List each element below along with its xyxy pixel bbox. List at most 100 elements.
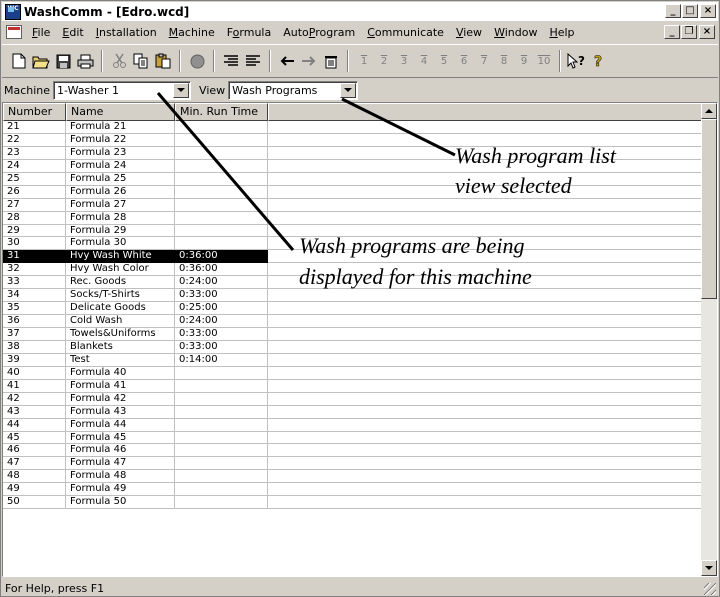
- table-row[interactable]: 28 Formula 28: [3, 211, 703, 225]
- menu-communicate[interactable]: Communicate: [361, 26, 450, 39]
- copy-button[interactable]: [130, 50, 152, 72]
- formula-slot-button-1[interactable]: 1: [354, 50, 374, 72]
- paste-button[interactable]: [152, 50, 174, 72]
- new-button[interactable]: [8, 50, 30, 72]
- table-row[interactable]: 44 Formula 44: [3, 418, 703, 432]
- table-row[interactable]: 42 Formula 42: [3, 392, 703, 406]
- print-button[interactable]: [74, 50, 96, 72]
- table-row[interactable]: 48 Formula 48: [3, 470, 703, 484]
- table-row[interactable]: 38 Blankets 0:33:00: [3, 340, 703, 354]
- wash-program-list[interactable]: Number Name Min. Run Time 21 Formula 21 22…: [2, 102, 718, 577]
- table-row[interactable]: 35 Delicate Goods 0:25:00: [3, 302, 703, 316]
- move-left-button[interactable]: [276, 50, 298, 72]
- view-select-value: Wash Programs: [232, 83, 318, 97]
- menu-installation[interactable]: Installation: [90, 26, 163, 39]
- formula-slot-button-7[interactable]: 7: [474, 50, 494, 72]
- column-header-min-run-time[interactable]: Min. Run Time: [175, 103, 268, 121]
- vertical-scrollbar[interactable]: [701, 103, 717, 576]
- menu-window[interactable]: Window: [488, 26, 543, 39]
- menu-bar: File Edit Installation Machine Formula AutoPr…: [2, 22, 718, 42]
- stop-button[interactable]: [186, 50, 208, 72]
- machine-select[interactable]: 1-Washer 1: [53, 80, 192, 100]
- table-row[interactable]: 21 Formula 21: [3, 121, 703, 134]
- formula-slot-button-6[interactable]: 6: [454, 50, 474, 72]
- table-row[interactable]: 47 Formula 47: [3, 457, 703, 471]
- status-bar: For Help, press F1: [2, 579, 718, 597]
- scroll-thumb[interactable]: [701, 119, 717, 299]
- table-row[interactable]: 43 Formula 43: [3, 405, 703, 419]
- delete-button[interactable]: [320, 50, 342, 72]
- document-restore-button[interactable]: ❐: [681, 25, 697, 39]
- formula-slot-button-10[interactable]: 10: [534, 50, 554, 72]
- table-row[interactable]: 41 Formula 41: [3, 379, 703, 393]
- help-button[interactable]: ?: [588, 50, 610, 72]
- table-row[interactable]: 36 Cold Wash 0:24:00: [3, 315, 703, 328]
- move-right-button[interactable]: [298, 50, 320, 72]
- table-row[interactable]: 26 Formula 26: [3, 185, 703, 199]
- table-row[interactable]: 24 Formula 24: [3, 159, 703, 173]
- menu-formula[interactable]: Formula: [221, 26, 278, 39]
- minimize-button[interactable]: _: [665, 4, 681, 18]
- table-row[interactable]: 50 Formula 50: [3, 496, 703, 510]
- cell-name: Rec. Goods: [66, 276, 175, 290]
- cut-button[interactable]: [108, 50, 130, 72]
- table-row[interactable]: 49 Formula 49: [3, 483, 703, 497]
- menu-file[interactable]: File: [26, 26, 56, 39]
- formula-slot-button-3[interactable]: 3: [394, 50, 414, 72]
- scroll-up-button[interactable]: [701, 103, 717, 119]
- formula-slot-button-2[interactable]: 2: [374, 50, 394, 72]
- table-row[interactable]: 27 Formula 27: [3, 198, 703, 212]
- cell-filler: [268, 263, 703, 277]
- machine-dropdown-arrow[interactable]: [173, 82, 190, 98]
- table-row[interactable]: 32 Hvy Wash Color 0:36:00: [3, 263, 703, 277]
- table-row[interactable]: 45 Formula 45: [3, 431, 703, 445]
- context-help-button[interactable]: ?: [566, 50, 588, 72]
- menu-edit[interactable]: Edit: [56, 26, 89, 39]
- cell-filler: [268, 212, 703, 225]
- menu-label-prefix: Auto: [283, 25, 309, 39]
- title-bar[interactable]: WC WashComm - [Edro.wcd] _ □ ×: [2, 2, 718, 21]
- table-row[interactable]: 37 Towels&Uniforms 0:33:00: [3, 328, 703, 341]
- view-label: View: [199, 83, 226, 97]
- formula-slot-button-9[interactable]: 9: [514, 50, 534, 72]
- maximize-button[interactable]: □: [682, 4, 698, 18]
- table-row[interactable]: 25 Formula 25: [3, 172, 703, 186]
- document-icon[interactable]: [6, 25, 22, 39]
- table-row[interactable]: 33 Rec. Goods 0:24:00: [3, 276, 703, 290]
- view-dropdown-arrow[interactable]: [340, 82, 357, 98]
- formula-slot-button-4[interactable]: 4: [414, 50, 434, 72]
- cell-name: Formula 30: [66, 237, 175, 251]
- table-row[interactable]: 40 Formula 40: [3, 366, 703, 380]
- scroll-down-button[interactable]: [701, 560, 717, 576]
- cell-name: Formula 29: [66, 224, 175, 238]
- menu-label-rest: ile: [37, 25, 51, 39]
- formula-slot-button-5[interactable]: 5: [434, 50, 454, 72]
- menu-machine[interactable]: Machine: [163, 26, 221, 39]
- table-row[interactable]: 23 Formula 23: [3, 146, 703, 160]
- document-close-button[interactable]: ×: [699, 25, 715, 39]
- washcomm-app-icon[interactable]: WC: [5, 3, 21, 20]
- formula-slot-button-8[interactable]: 8: [494, 50, 514, 72]
- menu-view[interactable]: View: [450, 26, 488, 39]
- document-minimize-button[interactable]: _: [664, 25, 680, 39]
- resize-grip-icon[interactable]: [704, 583, 716, 595]
- column-header-name[interactable]: Name: [66, 103, 175, 121]
- table-row[interactable]: 39 Test 0:14:00: [3, 353, 703, 367]
- open-button[interactable]: [30, 50, 52, 72]
- menu-autoprogram[interactable]: AutoProgram: [277, 26, 361, 39]
- maximize-icon: □: [685, 5, 695, 16]
- align-button-1[interactable]: [220, 50, 242, 72]
- table-row[interactable]: 34 Socks/T-Shirts 0:33:00: [3, 289, 703, 303]
- table-row[interactable]: 22 Formula 22: [3, 133, 703, 147]
- table-row[interactable]: 29 Formula 29: [3, 224, 703, 238]
- cell-name: Formula 41: [66, 379, 175, 393]
- menu-help[interactable]: Help: [543, 26, 580, 39]
- table-row[interactable]: 31 Hvy Wash White 0:36:00: [3, 250, 703, 264]
- table-row[interactable]: 46 Formula 46: [3, 444, 703, 458]
- table-row[interactable]: 30 Formula 30: [3, 237, 703, 251]
- close-button[interactable]: ×: [700, 4, 716, 18]
- save-button[interactable]: [52, 50, 74, 72]
- view-select[interactable]: Wash Programs: [228, 80, 359, 100]
- column-header-number[interactable]: Number: [3, 103, 66, 121]
- align-button-2[interactable]: [242, 50, 264, 72]
